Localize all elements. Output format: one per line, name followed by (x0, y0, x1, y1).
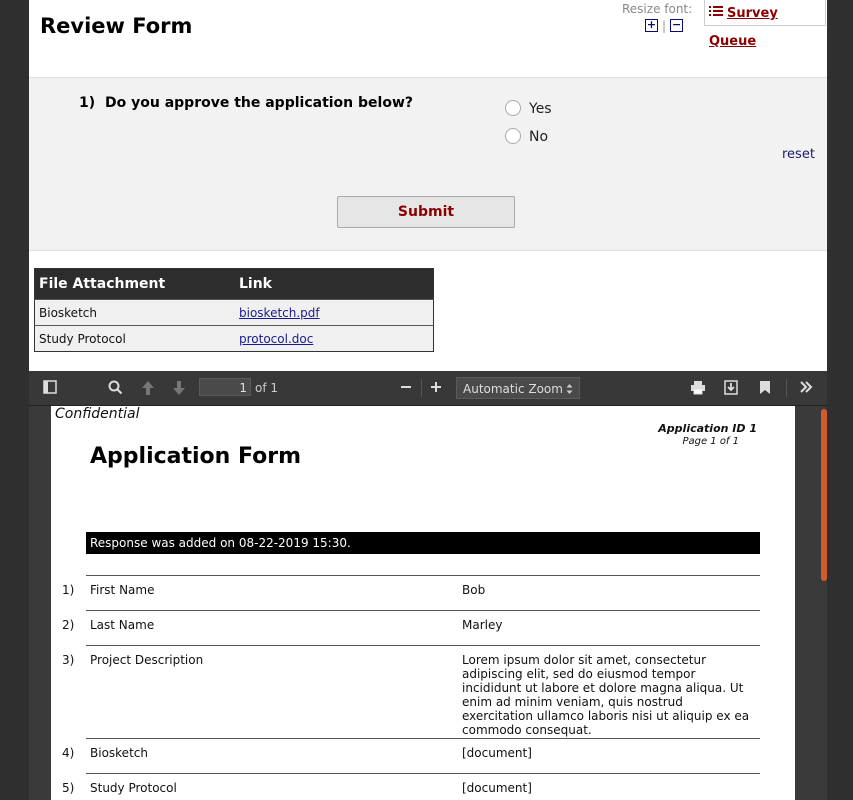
radio-yes-label[interactable]: Yes (529, 101, 552, 117)
toolbar-divider (421, 379, 422, 397)
decrease-font-icon[interactable]: − (670, 19, 684, 32)
resize-font-label: Resize font: (622, 2, 693, 16)
attachment-link[interactable]: biosketch.pdf (239, 306, 320, 320)
page-title: Review Form (40, 14, 193, 38)
field-value: Bob (462, 583, 486, 597)
field-label: Last Name (90, 618, 155, 632)
zoom-in-icon[interactable] (430, 378, 442, 398)
confidential-label: Confidential (55, 406, 140, 422)
pdf-field-row: 2) Last Name Marley (62, 610, 760, 645)
submit-button[interactable]: Submit (337, 196, 515, 228)
attachment-name: Biosketch (34, 299, 235, 326)
radio-no-label[interactable]: No (529, 129, 548, 145)
zoom-select[interactable]: Automatic Zoom (456, 377, 580, 399)
zoom-out-icon[interactable] (400, 378, 412, 399)
pdf-toolbar: 1 of 1 Automatic Zoom (29, 371, 827, 406)
previous-page-icon[interactable] (141, 380, 155, 400)
field-number: 3) (62, 653, 75, 667)
tools-menu-icon[interactable] (799, 380, 813, 398)
pdf-field-row: 1) First Name Bob (62, 575, 760, 610)
field-label: Biosketch (90, 746, 148, 760)
attachment-link-cell: protocol.doc (235, 325, 434, 352)
page-count-label: of 1 (255, 381, 279, 395)
field-number: 4) (62, 746, 75, 760)
attachments-table: File Attachment Link Biosketch biosketch… (34, 268, 434, 352)
page-number-input[interactable]: 1 (199, 378, 251, 396)
field-value: [document] (462, 746, 532, 760)
resize-font-controls: + | − (645, 18, 684, 33)
field-number: 1) (62, 583, 75, 597)
field-label: Project Description (90, 653, 204, 667)
pdf-field-row: 5) Study Protocol [document] (62, 773, 760, 800)
field-label: First Name (90, 583, 155, 597)
table-row: Study Protocol protocol.doc (34, 325, 434, 352)
reset-link[interactable]: reset (782, 147, 815, 162)
table-header-row: File Attachment Link (34, 268, 434, 300)
field-value: Marley (462, 618, 503, 632)
field-value: [document] (462, 781, 532, 795)
attachment-link[interactable]: protocol.doc (239, 332, 313, 346)
pdf-page-label: Page 1 of 1 (682, 436, 739, 447)
survey-queue-link[interactable]: Survey Queue (704, 0, 826, 49)
attachment-link-cell: biosketch.pdf (235, 299, 434, 326)
pdf-scrollbar[interactable] (821, 409, 827, 581)
attachment-name: Study Protocol (34, 325, 235, 352)
field-label: Study Protocol (90, 781, 177, 795)
toolbar-divider (786, 379, 787, 397)
download-icon[interactable] (724, 380, 738, 399)
pdf-title: Application Form (90, 444, 302, 469)
pdf-field-row: 4) Biosketch [document] (62, 738, 760, 773)
bookmark-icon[interactable] (759, 380, 771, 399)
radio-yes[interactable] (505, 100, 521, 116)
radio-no[interactable] (505, 128, 521, 144)
field-value: Lorem ipsum dolor sit amet, consectetur … (462, 653, 750, 737)
column-header: Link (235, 268, 434, 300)
pdf-page: Confidential Application ID 1 Page 1 of … (51, 406, 795, 800)
print-icon[interactable] (690, 380, 706, 399)
next-page-icon[interactable] (172, 380, 186, 400)
resize-separator: | (662, 18, 667, 33)
field-number: 5) (62, 781, 75, 795)
pdf-field-row: 3) Project Description Lorem ipsum dolor… (62, 645, 760, 738)
increase-font-icon[interactable]: + (645, 19, 658, 32)
response-bar: Response was added on 08-22-2019 15:30. (86, 532, 760, 554)
question-number: 1) (79, 95, 96, 111)
search-icon[interactable] (108, 380, 123, 399)
column-header: File Attachment (34, 268, 235, 300)
pdf-viewer: 1 of 1 Automatic Zoom Confidential Appli… (29, 371, 827, 800)
zoom-label: Automatic Zoom (463, 382, 563, 396)
question-text: Do you approve the application below? (105, 95, 414, 111)
select-arrows-icon (566, 378, 573, 409)
survey-page: Review Form Resize font: + | − Survey Queu… (29, 0, 827, 800)
sidebar-toggle-icon[interactable] (43, 380, 57, 398)
table-row: Biosketch biosketch.pdf (34, 299, 434, 326)
submit-row: Submit (29, 176, 827, 251)
field-number: 2) (62, 618, 75, 632)
list-check-icon (709, 0, 723, 28)
question-row: 1) Do you approve the application below?… (29, 77, 827, 177)
application-id: Application ID 1 (658, 422, 757, 435)
